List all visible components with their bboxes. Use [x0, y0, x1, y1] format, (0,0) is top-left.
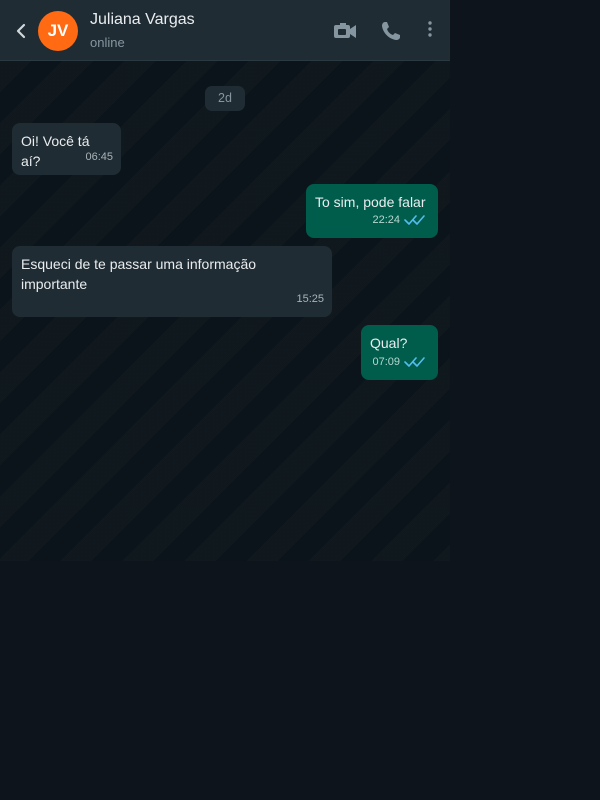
voice-call-button[interactable]: [378, 18, 404, 44]
contact-status: online: [90, 35, 125, 50]
more-vertical-icon: [428, 21, 432, 37]
video-call-button[interactable]: [332, 18, 358, 44]
message-time-label: 22:24: [372, 214, 400, 226]
message-bubble-outgoing[interactable]: Qual? 07:09: [361, 325, 438, 380]
message-time-label: 06:45: [85, 151, 113, 163]
video-camera-icon: [334, 23, 356, 38]
message-time-label: 15:25: [296, 293, 324, 305]
chevron-left-icon: [16, 23, 26, 39]
read-receipt-icon: [404, 357, 425, 367]
date-chip: 2d: [205, 86, 245, 111]
message-time-label: 07:09: [372, 356, 400, 368]
read-receipt-icon: [404, 215, 425, 225]
avatar[interactable]: JV: [38, 11, 78, 51]
message-list[interactable]: 2d Oi! Você tá aí? 06:45 To sim, pode fa…: [0, 61, 450, 561]
avatar-initials: JV: [47, 21, 69, 40]
message-bubble-incoming[interactable]: Oi! Você tá aí? 06:45: [12, 123, 121, 175]
message-text: To sim, pode falar: [315, 194, 426, 210]
message-time: 06:45: [85, 147, 113, 167]
chat-header: JV Juliana Vargas online: [0, 0, 450, 61]
back-chevron-icon[interactable]: [12, 18, 32, 44]
message-text: Qual?: [370, 335, 408, 351]
chat-window: JV Juliana Vargas online 2d Oi! Você tá …: [0, 0, 450, 561]
phone-icon: [382, 22, 400, 40]
contact-name[interactable]: Juliana Vargas: [90, 11, 195, 29]
message-bubble-outgoing[interactable]: To sim, pode falar 22:24: [306, 184, 438, 238]
message-text: Esqueci de te passar uma informação impo…: [21, 256, 257, 292]
message-meta: 22:24: [372, 210, 430, 230]
message-bubble-incoming[interactable]: Esqueci de te passar uma informação impo…: [12, 246, 332, 317]
menu-button[interactable]: [418, 18, 442, 44]
message-time: 15:25: [296, 289, 324, 309]
message-meta: 07:09: [372, 352, 430, 372]
